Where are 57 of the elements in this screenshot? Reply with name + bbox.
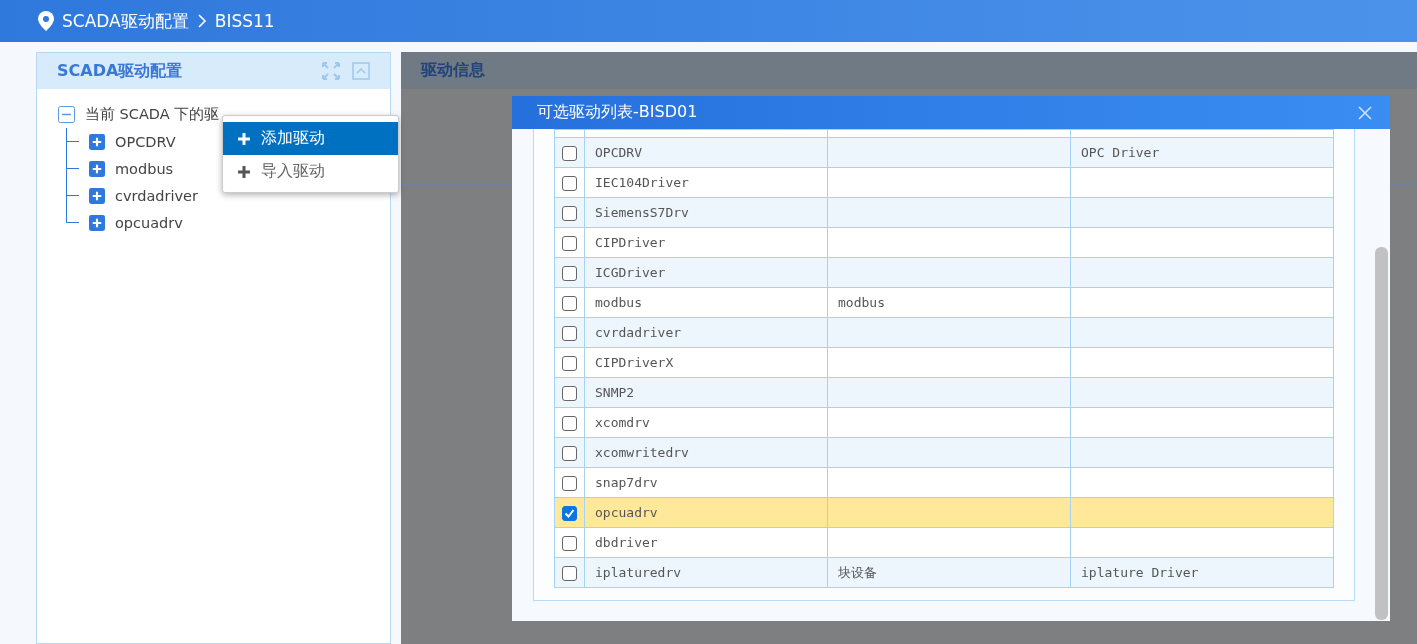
table-cell: dbdriver	[584, 527, 828, 558]
tree-node-label[interactable]: OPCDRV	[115, 133, 176, 150]
table-cell: snap7drv	[584, 467, 828, 498]
row-checkbox[interactable]	[562, 355, 577, 371]
table-cell: iplature Driver	[1070, 557, 1334, 588]
expand-toggle-icon[interactable]	[89, 215, 105, 231]
plus-icon	[237, 131, 251, 146]
expand-toggle-icon[interactable]	[89, 160, 105, 177]
table-cell: IEC104Driver	[584, 167, 828, 198]
table-cell: xcomdrv	[584, 407, 828, 438]
row-checkbox[interactable]	[562, 475, 577, 491]
table-cell: modbus	[584, 287, 828, 318]
table-cell: 块设备	[827, 557, 1071, 588]
panel-title: 驱动信息	[421, 59, 485, 81]
tree-node-label[interactable]: 当前 SCADA 下的驱	[85, 105, 220, 124]
scrollbar[interactable]	[1375, 247, 1388, 620]
table-cell: SNMP2	[584, 377, 828, 408]
row-checkbox[interactable]	[562, 385, 577, 401]
table-cell: modbus	[827, 287, 1071, 318]
tree-node-label[interactable]: cvrdadriver	[115, 187, 198, 204]
tree-node-label[interactable]: opcuadrv	[115, 215, 183, 231]
row-checkbox[interactable]	[562, 295, 577, 311]
table-cell: CIPDriverX	[584, 347, 828, 378]
collapse-toggle-icon[interactable]	[58, 106, 75, 123]
table-cell: ICGDriver	[584, 257, 828, 288]
table-cell: xcomwritedrv	[584, 437, 828, 468]
panel-title: SCADA驱动配置	[57, 60, 183, 82]
close-button[interactable]	[1358, 105, 1372, 120]
row-checkbox[interactable]	[562, 565, 577, 581]
row-checkbox[interactable]	[562, 445, 577, 461]
row-checkbox[interactable]	[562, 235, 577, 251]
menu-item[interactable]: 导入驱动	[223, 155, 398, 188]
table-cell: OPCDRV	[584, 137, 828, 168]
location-pin-icon	[38, 11, 54, 31]
table-cell: CIPDriver	[584, 227, 828, 258]
row-checkbox[interactable]	[562, 175, 577, 191]
table-cell: cvrdadriver	[584, 317, 828, 348]
row-checkbox[interactable]	[562, 265, 577, 281]
table-cell: SiemensS7Drv	[584, 197, 828, 228]
menu-item[interactable]: 添加驱动	[223, 122, 398, 155]
row-checkbox[interactable]	[562, 145, 577, 161]
table-cell: OPC Driver	[1070, 137, 1334, 168]
chevron-right-icon	[196, 14, 207, 28]
expand-toggle-icon[interactable]	[89, 133, 105, 150]
row-checkbox[interactable]	[562, 415, 577, 431]
row-checkbox[interactable]	[562, 325, 577, 341]
row-checkbox[interactable]	[562, 535, 577, 551]
expand-toggle-icon[interactable]	[89, 187, 105, 204]
plus-icon	[237, 164, 251, 179]
table-cell: opcuadrv	[584, 497, 828, 528]
breadcrumb-item[interactable]: SCADA驱动配置	[62, 9, 189, 33]
table-cell: iplaturedrv	[584, 557, 828, 588]
dialog-title: 可选驱动列表-BISD01	[537, 102, 698, 123]
tree-node-label[interactable]: modbus	[115, 160, 174, 177]
row-checkbox[interactable]	[562, 205, 577, 221]
row-checkbox[interactable]	[562, 505, 577, 521]
breadcrumb-item: BISS11	[214, 11, 275, 31]
